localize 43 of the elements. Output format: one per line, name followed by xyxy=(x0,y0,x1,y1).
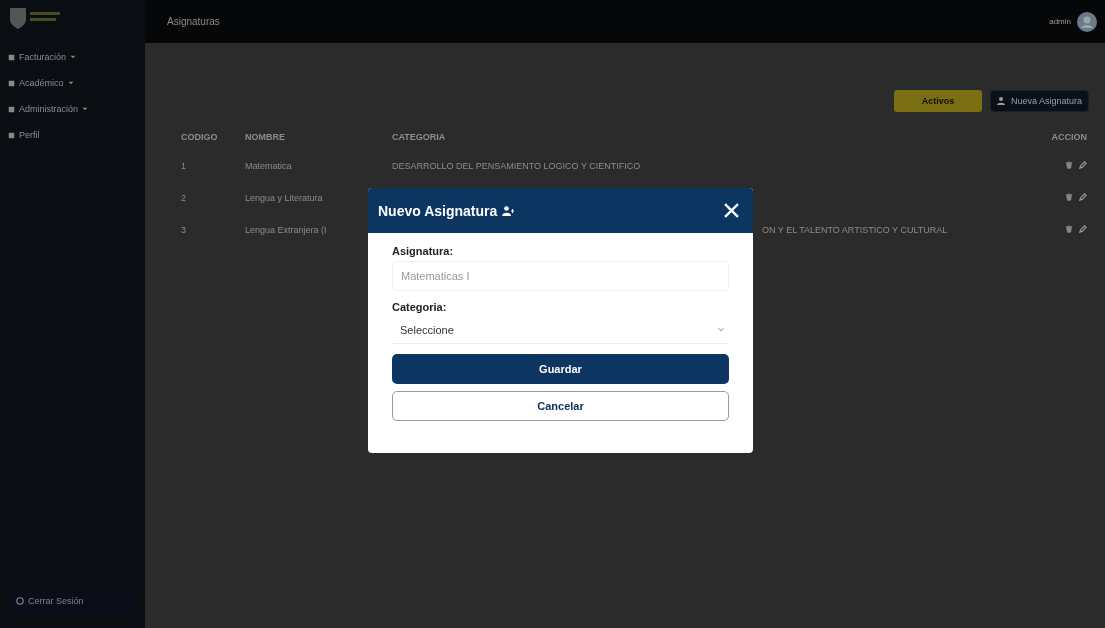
trash-icon xyxy=(1065,161,1073,169)
table-cell-text: 3 xyxy=(180,224,187,237)
column-header: CODIGO xyxy=(180,131,219,144)
trash-icon xyxy=(1065,193,1073,201)
menu-item-icon xyxy=(8,79,15,87)
table-cell-text: ON Y EL TALENTO ARTISTICO Y CULTURAL xyxy=(761,225,948,235)
table-cell-text: 2 xyxy=(180,192,187,205)
table-cell-text: Matematica xyxy=(244,160,293,173)
menu-item-icon xyxy=(8,131,15,139)
sidebar-item[interactable]: Facturación xyxy=(0,44,145,70)
table-cell-text: Lengua Extranjera (I xyxy=(244,224,328,237)
new-subject-button[interactable]: Nueva Asignatura xyxy=(989,90,1089,112)
caret-icon xyxy=(70,54,77,60)
page-title: Asignaturas xyxy=(167,16,220,27)
logout-button[interactable]: Cerrar Sesión xyxy=(8,588,137,614)
sidebar-item[interactable]: Perfil xyxy=(0,122,145,148)
column-header: CATEGORIA xyxy=(391,131,447,144)
table-cell: DESARROLLO DEL PENSAMIENTO LOGICO Y CIENTIFICO xyxy=(392,161,641,171)
avatar-icon[interactable] xyxy=(1077,11,1097,32)
chevron-down-icon xyxy=(717,326,725,334)
field-label: Asignatura: xyxy=(392,245,455,257)
edit-icon xyxy=(1079,193,1087,201)
save-button[interactable]: Guardar xyxy=(392,354,729,384)
text-field[interactable]: Matematicas I xyxy=(392,261,729,291)
close-icon[interactable] xyxy=(724,203,739,218)
sidebar-item[interactable]: Administración xyxy=(0,96,145,122)
edit-icon xyxy=(1079,225,1087,233)
sidebar-item[interactable]: Académico xyxy=(0,70,145,96)
column-header: NOMBRE xyxy=(244,131,286,144)
cancel-button[interactable]: Cancelar xyxy=(392,391,729,421)
menu-item-icon xyxy=(8,105,15,113)
trash-icon xyxy=(1065,225,1073,233)
field-label: Categoria: xyxy=(392,301,448,313)
select-field[interactable]: Seleccione xyxy=(392,317,729,344)
caret-icon xyxy=(82,106,89,112)
menu-item-icon xyxy=(8,53,15,61)
caret-icon xyxy=(67,80,74,86)
column-header: ACCION xyxy=(1050,131,1088,144)
user-name: admin xyxy=(1049,17,1071,26)
edit-icon xyxy=(1079,161,1087,169)
table-cell-text: 1 xyxy=(180,160,187,173)
status-filter[interactable]: Activos xyxy=(893,90,982,112)
modal-title: Nuevo Asignatura xyxy=(378,202,498,219)
